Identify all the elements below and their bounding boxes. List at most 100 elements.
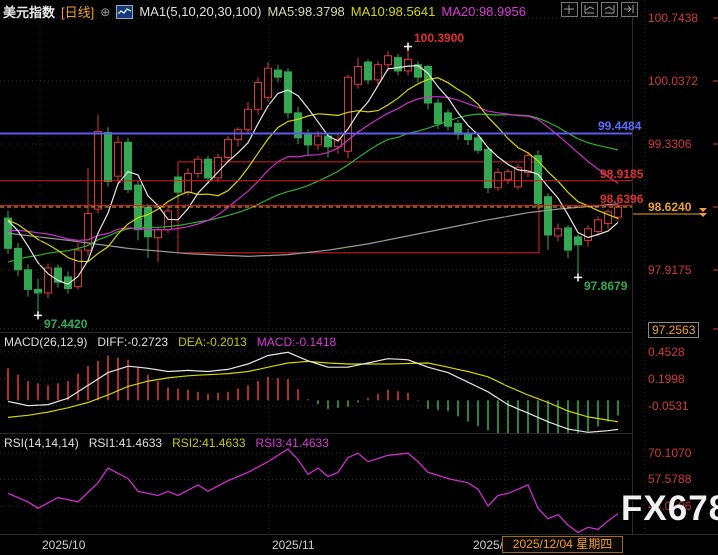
axis-scale-right-icon[interactable] — [601, 2, 618, 17]
macd-rsi-divider — [0, 433, 632, 434]
candle[interactable] — [185, 173, 192, 192]
candle[interactable] — [365, 62, 372, 80]
time-axis-label-dec: 2025/ — [473, 538, 503, 552]
time-axis-label-nov: 2025/11 — [272, 538, 315, 552]
candle[interactable] — [75, 250, 82, 287]
candle[interactable] — [385, 56, 392, 65]
candle[interactable] — [205, 159, 212, 178]
high-price-label: 100.3900 — [414, 31, 464, 45]
candle[interactable] — [315, 136, 322, 145]
current-price-axis-label: 98.6240 — [648, 200, 691, 214]
low-price-label-oct: 97.4420 — [44, 317, 87, 331]
candle[interactable] — [435, 103, 442, 124]
low-price-label: 97.8679 — [584, 279, 627, 293]
rsi-line — [8, 449, 618, 533]
macd-title: MACD(26,12,9) — [4, 335, 87, 349]
hline-label-red1[interactable]: 98.9185 — [600, 167, 643, 181]
candle[interactable] — [405, 59, 412, 71]
candle[interactable] — [475, 138, 482, 150]
candle[interactable] — [255, 83, 262, 110]
candle[interactable] — [375, 65, 382, 80]
hline-label-blue[interactable]: 99.4484 — [598, 119, 641, 133]
macd-pane[interactable] — [0, 352, 632, 439]
candle[interactable] — [95, 132, 102, 210]
candle[interactable] — [465, 134, 472, 139]
current-date-badge: 2025/12/04 星期四 — [502, 536, 623, 553]
rsi-header: RSI(14,14,14) RSI1:41.4633 RSI2:41.4633 … — [4, 436, 329, 450]
candle[interactable] — [505, 172, 512, 180]
candle[interactable] — [565, 228, 572, 250]
range-low-axis-label: 97.2563 — [648, 322, 699, 338]
period-label[interactable]: [日线] — [61, 2, 94, 21]
circle-plus-icon[interactable]: ⊕ — [100, 5, 110, 19]
candle[interactable] — [485, 149, 492, 187]
candle[interactable] — [235, 130, 242, 140]
rsi2-value: RSI2:41.4633 — [172, 436, 245, 450]
watermark: FX678 — [621, 489, 718, 529]
candle[interactable] — [555, 229, 562, 236]
chart-toolbar — [558, 2, 638, 17]
diff-line — [8, 352, 618, 432]
macd-axis-label: 0.1998 — [648, 372, 685, 386]
candle[interactable] — [195, 159, 202, 173]
candle[interactable] — [225, 140, 232, 158]
macd-dea-value: DEA:-0.2013 — [178, 335, 247, 349]
candle[interactable] — [25, 270, 32, 290]
candle[interactable] — [525, 156, 532, 173]
price-axis-divider — [632, 0, 633, 535]
rsi-axis-label: 70.1070 — [648, 446, 691, 460]
candle[interactable] — [265, 68, 272, 97]
time-axis-label-oct: 2025/10 — [42, 538, 85, 552]
chart-header: 美元指数 [日线] ⊕ MA1(5,10,20,30,100) MA5:98.3… — [3, 2, 526, 21]
candle[interactable] — [615, 207, 622, 217]
price-axis-label: 100.0372 — [648, 74, 698, 88]
candle[interactable] — [175, 177, 182, 192]
macd-axis-label: -0.0531 — [648, 399, 689, 413]
candle[interactable] — [275, 70, 282, 77]
ma5-value: MA5:98.3798 — [267, 4, 344, 19]
chart-canvas[interactable] — [0, 0, 718, 555]
macd-axis-label: 0.4528 — [648, 345, 685, 359]
hline-label-red2[interactable]: 98.6396 — [600, 192, 643, 206]
candle[interactable] — [415, 65, 422, 77]
candle[interactable] — [145, 207, 152, 236]
axis-scale-left-icon[interactable] — [581, 2, 598, 17]
main-macd-divider — [0, 332, 632, 333]
symbol-title: 美元指数 — [3, 2, 55, 21]
price-axis-label: 100.7438 — [648, 11, 698, 25]
ma10-value: MA10:98.5641 — [351, 4, 436, 19]
rsi-title: RSI(14,14,14) — [4, 436, 79, 450]
candle[interactable] — [125, 142, 132, 189]
candle[interactable] — [395, 58, 402, 71]
rsi3-value: RSI3:41.4633 — [256, 436, 329, 450]
crosshair-icon[interactable] — [561, 2, 578, 17]
candle[interactable] — [285, 72, 292, 113]
rsi-axis-label: 57.5788 — [648, 472, 691, 486]
macd-diff-value: DIFF:-0.2723 — [97, 335, 168, 349]
price-axis-label: 97.9175 — [648, 263, 691, 277]
macd-value: MACD:-0.1418 — [257, 335, 336, 349]
candle[interactable] — [545, 197, 552, 235]
candle[interactable] — [585, 229, 592, 241]
ma20-value: MA20:98.9956 — [441, 4, 526, 19]
price-axis-label: 99.3306 — [648, 137, 691, 151]
candle[interactable] — [445, 113, 452, 126]
candle[interactable] — [115, 142, 122, 176]
candle[interactable] — [355, 66, 362, 84]
candle[interactable] — [245, 109, 252, 130]
kline-chart-icon[interactable] — [116, 5, 133, 19]
candle[interactable] — [105, 132, 112, 181]
ma-group-label: MA1(5,10,20,30,100) — [139, 4, 261, 19]
forex-chart-app: { "header": { "symbol": "美元指数", "period"… — [0, 0, 718, 555]
candle[interactable] — [495, 173, 502, 188]
candle[interactable] — [305, 133, 312, 145]
candle[interactable] — [595, 220, 602, 232]
price-marker-icon — [699, 208, 707, 217]
rsi-pane[interactable] — [0, 449, 632, 533]
macd-header: MACD(26,12,9) DIFF:-0.2723 DEA:-0.2013 M… — [4, 335, 336, 349]
pan-right-icon[interactable] — [621, 2, 638, 17]
candle[interactable] — [575, 237, 582, 245]
main-pane[interactable] — [0, 18, 632, 329]
candle[interactable] — [155, 230, 162, 238]
rsi1-value: RSI1:41.4633 — [89, 436, 162, 450]
